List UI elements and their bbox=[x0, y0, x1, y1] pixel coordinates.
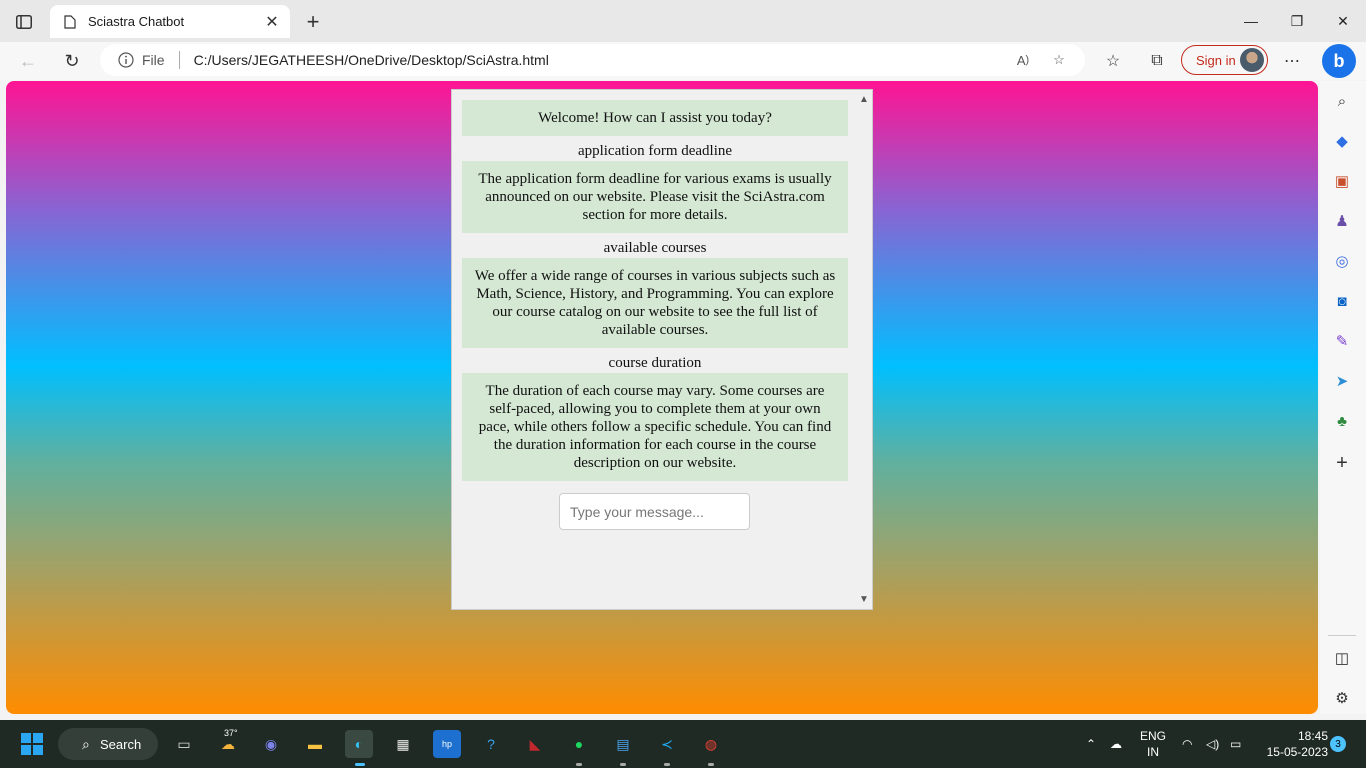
read-aloud-icon[interactable]: A) bbox=[1013, 50, 1033, 70]
settings-icon[interactable]: ⚙ bbox=[1332, 688, 1352, 708]
bot-message: The application form deadline for variou… bbox=[462, 161, 848, 233]
close-icon[interactable]: ✕ bbox=[264, 14, 280, 31]
window-close-icon[interactable]: ✕ bbox=[1320, 6, 1366, 36]
file-explorer-icon[interactable]: ▬ bbox=[301, 730, 329, 758]
user-message: available courses bbox=[603, 240, 707, 256]
message-input[interactable] bbox=[559, 493, 750, 530]
address-scheme: File bbox=[142, 52, 165, 68]
help-icon[interactable]: ? bbox=[477, 730, 505, 758]
taskbar: ⌕ Search ▭ ☁ 37° ◉ ▬ ◐ ▦ hp ? ◣ ● ▤ ≺ ◍ … bbox=[0, 720, 1366, 768]
favorites-icon[interactable]: ☆ bbox=[1102, 50, 1124, 72]
office-icon[interactable]: ◎ bbox=[1332, 251, 1352, 271]
tab-actions-icon[interactable] bbox=[10, 10, 38, 34]
chrome-icon[interactable]: ◍ bbox=[697, 730, 725, 758]
user-message: application form deadline bbox=[577, 143, 733, 159]
user-message: course duration bbox=[608, 355, 702, 371]
notification-badge[interactable]: 3 bbox=[1330, 736, 1346, 752]
telegram-icon[interactable]: ➤ bbox=[1332, 371, 1352, 391]
address-separator bbox=[178, 51, 180, 69]
restore-icon[interactable]: ❐ bbox=[1274, 6, 1320, 36]
designer-icon[interactable]: ✎ bbox=[1332, 331, 1352, 351]
scroll-down-icon[interactable]: ▼ bbox=[859, 594, 869, 605]
address-bar[interactable]: File C:/Users/JEGATHEESH/OneDrive/Deskto… bbox=[100, 44, 1085, 76]
new-tab-icon[interactable]: + bbox=[300, 9, 326, 35]
search-icon[interactable]: ⌕ bbox=[1332, 91, 1352, 111]
add-favorite-icon[interactable]: ☆ bbox=[1049, 50, 1069, 70]
vscode-indicator bbox=[664, 763, 670, 766]
edge-sidebar: ⌕ ◆ ▣ ♟ ◎ ◙ ✎ ➤ ♣ + ◫ ⚙ bbox=[1320, 81, 1366, 714]
tools-icon[interactable]: ▣ bbox=[1332, 171, 1352, 191]
spotify-icon[interactable]: ● bbox=[565, 730, 593, 758]
spotify-indicator bbox=[576, 763, 582, 766]
store-icon[interactable]: ▦ bbox=[389, 730, 417, 758]
page-viewport: Welcome! How can I assist you today? appl… bbox=[6, 81, 1318, 714]
more-icon[interactable]: ⋯ bbox=[1281, 50, 1303, 72]
battery-icon[interactable]: ▭ bbox=[1230, 720, 1241, 768]
taskbar-search-icon: ⌕ bbox=[82, 736, 90, 752]
sign-in-button[interactable]: Sign in bbox=[1181, 45, 1268, 75]
mcafee-icon[interactable]: ◣ bbox=[521, 730, 549, 758]
browser-tab[interactable]: Sciastra Chatbot ✕ bbox=[50, 5, 290, 38]
language-line2: IN bbox=[1147, 745, 1159, 759]
chrome-indicator bbox=[708, 763, 714, 766]
bot-message: Welcome! How can I assist you today? bbox=[462, 100, 848, 136]
onedrive-icon[interactable]: ☁ bbox=[1110, 720, 1122, 768]
info-icon[interactable] bbox=[118, 52, 134, 68]
taskbar-search[interactable]: ⌕ Search bbox=[58, 728, 158, 760]
taskbar-search-label: Search bbox=[100, 736, 142, 752]
bot-message: We offer a wide range of courses in vari… bbox=[462, 258, 848, 348]
bing-icon[interactable]: b bbox=[1322, 44, 1356, 78]
language-indicator[interactable]: ENG IN bbox=[1138, 728, 1168, 760]
tray-chevron-icon[interactable]: ⌃ bbox=[1086, 720, 1096, 768]
weather-temp: 37° bbox=[224, 728, 238, 738]
address-url[interactable]: C:/Users/JEGATHEESH/OneDrive/Desktop/Sci… bbox=[194, 52, 1013, 68]
add-icon[interactable]: + bbox=[1332, 452, 1352, 474]
edge-icon[interactable]: ◐ bbox=[345, 730, 373, 758]
notepad-icon[interactable]: ▤ bbox=[609, 730, 637, 758]
minimize-icon[interactable]: — bbox=[1228, 6, 1274, 36]
chat-scrollbar[interactable]: ▲ ▼ bbox=[856, 90, 872, 609]
tree-icon[interactable]: ♣ bbox=[1332, 411, 1352, 431]
clock-time: 18:45 bbox=[1297, 729, 1328, 743]
page-icon bbox=[62, 14, 78, 30]
scroll-up-icon[interactable]: ▲ bbox=[859, 94, 869, 105]
start-icon[interactable] bbox=[18, 730, 46, 758]
chat-messages: Welcome! How can I assist you today? appl… bbox=[462, 100, 848, 485]
avatar bbox=[1240, 48, 1264, 72]
clock-date: 15-05-2023 bbox=[1266, 745, 1328, 759]
tab-title: Sciastra Chatbot bbox=[88, 14, 185, 29]
outlook-icon[interactable]: ◙ bbox=[1332, 291, 1352, 311]
sidebar-divider bbox=[1328, 635, 1356, 636]
volume-icon[interactable]: ◁) bbox=[1206, 720, 1219, 768]
shopping-icon[interactable]: ◆ bbox=[1332, 131, 1352, 151]
wifi-icon[interactable]: ◠ bbox=[1182, 720, 1192, 768]
sign-in-label: Sign in bbox=[1196, 52, 1236, 68]
refresh-icon[interactable]: ↻ bbox=[58, 48, 86, 74]
chat-container: Welcome! How can I assist you today? appl… bbox=[451, 89, 873, 610]
teams-icon[interactable]: ◉ bbox=[257, 730, 285, 758]
notepad-indicator bbox=[620, 763, 626, 766]
language-line1: ENG bbox=[1139, 729, 1166, 743]
navigation-bar: ← ↻ File C:/Users/JEGATHEESH/OneDrive/De… bbox=[0, 42, 1366, 80]
games-icon[interactable]: ♟ bbox=[1332, 211, 1352, 231]
back-icon[interactable]: ← bbox=[14, 48, 42, 74]
task-view-icon[interactable]: ▭ bbox=[170, 730, 198, 758]
bot-message: The duration of each course may vary. So… bbox=[462, 373, 848, 481]
tab-strip: Sciastra Chatbot ✕ + — ❐ ✕ bbox=[0, 0, 1366, 42]
edge-active-indicator bbox=[355, 763, 365, 766]
split-screen-icon[interactable]: ◫ bbox=[1332, 648, 1352, 668]
collections-icon[interactable]: ⧉ bbox=[1146, 50, 1168, 72]
clock[interactable]: 18:45 15-05-2023 bbox=[1256, 728, 1328, 760]
myhp-icon[interactable]: hp bbox=[433, 730, 461, 758]
vscode-icon[interactable]: ≺ bbox=[653, 730, 681, 758]
